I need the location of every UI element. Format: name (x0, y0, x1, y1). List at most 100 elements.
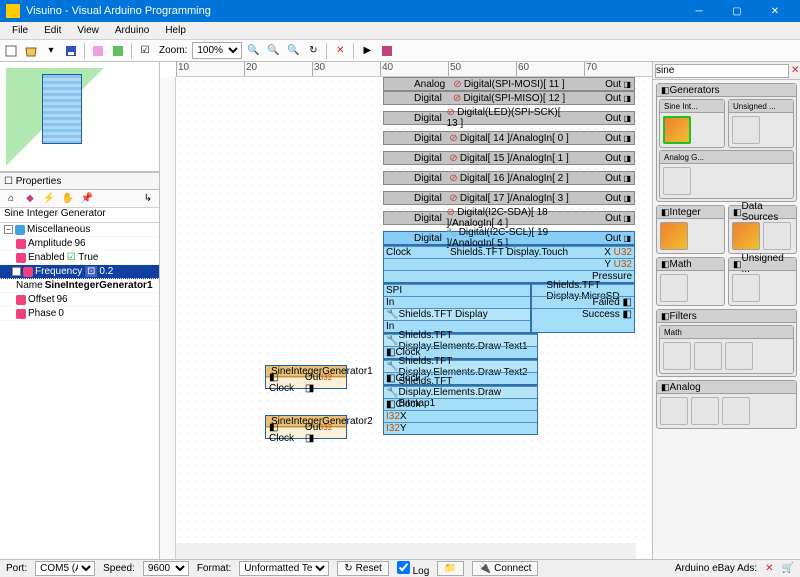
gen1-clock-pin[interactable]: Clock (269, 383, 294, 394)
save-button[interactable] (62, 42, 80, 60)
arduino-row-led[interactable]: Digital⊘ Digital(LED)(SPI-SCK)[ 13 ]Out … (383, 111, 635, 125)
upload-button[interactable]: ▶ (358, 42, 376, 60)
comp-ana-2[interactable] (691, 397, 719, 425)
prop-enabled-value[interactable]: ☑ True (65, 252, 159, 263)
arduino-row-d15[interactable]: Digital⊘ Digital[ 15 ]/AnalogIn[ 1 ]Out … (383, 151, 635, 165)
node-sine-generator-1[interactable]: SineIntegerGenerator1 ◧ Clock OutI32 ◨ (265, 365, 347, 389)
zoom-fit-button[interactable]: ☑ (136, 42, 154, 60)
comp-filt-3[interactable] (725, 342, 753, 370)
expand-freq-icon[interactable]: + (12, 267, 21, 276)
prop-hand-icon[interactable]: ✋ (59, 190, 77, 208)
collapse-misc-icon[interactable]: − (4, 225, 13, 234)
board-button[interactable] (378, 42, 396, 60)
comp-filt-2[interactable] (694, 342, 722, 370)
menu-view[interactable]: View (69, 25, 107, 36)
comp-math-1[interactable] (660, 274, 688, 302)
arduino-row-scl[interactable]: Digital🔧 Digital(I2C-SCL)[ 19 ]/AnalogIn… (383, 231, 635, 245)
comp-ana-3[interactable] (722, 397, 750, 425)
cat-generators: ◧ Generators Sine Int... Unsigned ... An… (656, 83, 797, 202)
arduino-row-sda[interactable]: Digital⊘ Digital(I2C-SDA)[ 18 ]/AnalogIn… (383, 211, 635, 225)
menu-edit[interactable]: Edit (36, 25, 69, 36)
format-label: Format: (197, 563, 231, 574)
scrollbar-horizontal[interactable] (176, 543, 636, 559)
clear-search-button[interactable]: ✕ (791, 62, 799, 80)
maximize-button[interactable]: ▢ (718, 0, 756, 22)
menu-file[interactable]: File (4, 25, 36, 36)
node-sine-generator-2[interactable]: SineIntegerGenerator2 ◧ Clock OutI32 ◨ (265, 415, 347, 439)
props-button[interactable] (89, 42, 107, 60)
zoom-combo[interactable]: 100% (192, 42, 242, 59)
comp-ds-2[interactable] (763, 222, 791, 250)
shields-tft-display[interactable]: SPI In 🔧 Shields.TFT Display In (383, 283, 531, 333)
prop-pin-icon[interactable]: 📌 (78, 190, 96, 208)
port-combo[interactable]: COM5 (A... (35, 561, 95, 576)
prop-offset[interactable]: Offset (28, 294, 55, 305)
comp-integer-1[interactable] (660, 222, 688, 250)
zoom-in-button[interactable]: 🔍 (244, 42, 262, 60)
ads-label: Arduino eBay Ads: (675, 563, 757, 574)
reset-button[interactable]: ↻ Reset (337, 561, 389, 576)
open-button[interactable] (22, 42, 40, 60)
node-arduino-board[interactable]: Analog⊘ Digital(SPI-MOSI)[ 11 ]Out ◨ Dig… (383, 77, 635, 435)
prop-enabled[interactable]: Enabled (28, 252, 65, 263)
prop-phase[interactable]: Phase (28, 308, 56, 319)
close-button[interactable]: ✕ (756, 0, 794, 22)
new-button[interactable] (2, 42, 20, 60)
gen2-out-pin[interactable]: Out (305, 422, 321, 433)
overview-button[interactable] (109, 42, 127, 60)
prop-frequency[interactable]: Frequency (35, 266, 82, 277)
zoom-reset-button[interactable]: 🔍 (284, 42, 302, 60)
prop-phase-value[interactable]: 0 (56, 308, 159, 319)
preview-thumb[interactable] (6, 68, 153, 165)
gen2-clock-pin[interactable]: Clock (269, 433, 294, 444)
folder-button[interactable]: 📁 (437, 561, 463, 576)
prop-name[interactable]: Name (16, 280, 43, 291)
comp-filt-1[interactable] (663, 342, 691, 370)
prop-amplitude[interactable]: Amplitude (28, 238, 72, 249)
properties-toolbar: ⌂ ◆ ⚡ ✋ 📌 ↳ (0, 190, 159, 208)
minimize-button[interactable]: ─ (680, 0, 718, 22)
comp-sine-integer[interactable] (663, 116, 691, 144)
prop-forward-icon[interactable]: ↳ (139, 190, 157, 208)
shields-tft-touch[interactable]: ClockShields.TFT Display.TouchX U32 Y U3… (383, 245, 635, 283)
format-combo[interactable]: Unformatted Text (239, 561, 329, 576)
gen1-out-pin[interactable]: Out (305, 372, 321, 383)
menu-help[interactable]: Help (157, 25, 194, 36)
open-dropdown-icon[interactable]: ▾ (42, 42, 60, 60)
comp-analog-gen[interactable] (663, 167, 691, 195)
prop-filter-icon[interactable]: ⚡ (40, 190, 58, 208)
prop-frequency-value[interactable]: 0.2 (97, 266, 159, 277)
zoom-out-button[interactable]: 🔍 (264, 42, 282, 60)
ads-cart-icon[interactable]: 🛒 (782, 563, 794, 574)
prop-offset-value[interactable]: 96 (55, 294, 160, 305)
arduino-row-d17[interactable]: Digital⊘ Digital[ 17 ]/AnalogIn[ 3 ]Out … (383, 191, 635, 205)
comp-ds-1[interactable] (732, 222, 760, 250)
menu-arduino[interactable]: Arduino (107, 25, 157, 36)
arduino-row-d16[interactable]: Digital⊘ Digital[ 16 ]/AnalogIn[ 2 ]Out … (383, 171, 635, 185)
speed-combo[interactable]: 9600 (143, 561, 189, 576)
arduino-row-miso[interactable]: Digital⊘ Digital(SPI-MISO)[ 12 ]Out ◨ (383, 91, 635, 105)
search-input[interactable] (655, 64, 789, 78)
log-checkbox[interactable]: Log (397, 561, 429, 577)
connect-button[interactable]: 🔌 Connect (472, 561, 539, 576)
comp-ana-1[interactable] (660, 397, 688, 425)
prop-cat-icon[interactable]: ◆ (21, 190, 39, 208)
shields-tft-microsd[interactable]: Shields.TFT Display.MicroSD Failed ◧ Suc… (531, 283, 635, 333)
delete-button[interactable]: ✕ (331, 42, 349, 60)
ads-close-icon[interactable]: ✕ (765, 563, 773, 574)
refresh-button[interactable]: ↻ (304, 42, 322, 60)
design-canvas[interactable]: 10 20 30 40 50 60 70 SineIntegerGenerato… (160, 62, 652, 559)
window-title: Visuino - Visual Arduino Programming (26, 5, 680, 17)
arduino-row-mosi[interactable]: Analog⊘ Digital(SPI-MOSI)[ 11 ]Out ◨ (383, 77, 635, 91)
canvas-inner[interactable]: SineIntegerGenerator1 ◧ Clock OutI32 ◨ S… (176, 77, 652, 543)
titlebar: Visuino - Visual Arduino Programming ─ ▢… (0, 0, 800, 22)
toolbar: ▾ ☑ Zoom: 100% 🔍 🔍 🔍 ↻ ✕ ▶ (0, 40, 800, 62)
comp-unsigned[interactable] (732, 116, 760, 144)
prop-home-icon[interactable]: ⌂ (2, 190, 20, 208)
shields-draw-bitmap1[interactable]: 🔧 Shields.TFT Display.Elements.Draw Bitm… (383, 385, 538, 435)
comp-uns-1[interactable] (732, 274, 760, 302)
prop-amplitude-value[interactable]: 96 (72, 238, 159, 249)
arduino-row-d14[interactable]: Digital⊘ Digital[ 14 ]/AnalogIn[ 0 ]Out … (383, 131, 635, 145)
prop-name-value[interactable]: SineIntegerGenerator1 (43, 280, 159, 291)
cat-data-sources: ◧ Data Sources (728, 205, 797, 254)
